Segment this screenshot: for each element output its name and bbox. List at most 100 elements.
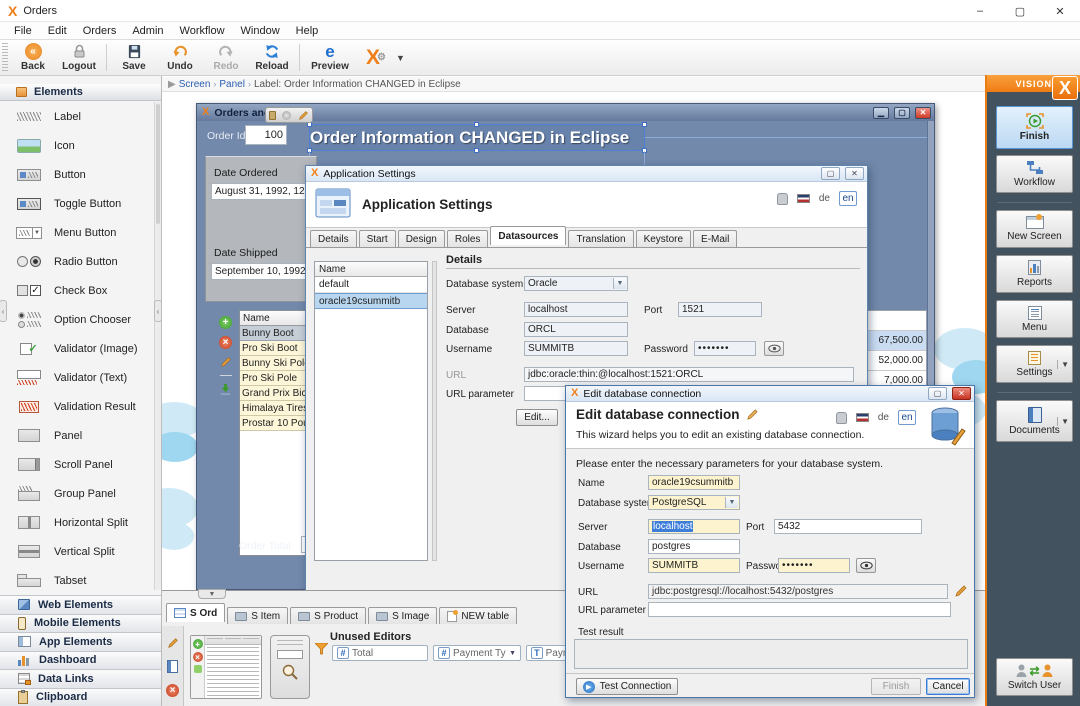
close-button[interactable]: ✕ [1040, 0, 1080, 22]
order-id-field[interactable]: 100 [245, 125, 287, 145]
maximize-button[interactable]: ▢ [1000, 0, 1040, 22]
cancel-button[interactable]: Cancel [926, 678, 970, 695]
sphere-icon[interactable] [282, 111, 291, 120]
delete-row-icon[interactable]: × [219, 336, 232, 349]
settings-button[interactable]: Settings ▼ [996, 345, 1073, 383]
list-splitter[interactable] [432, 261, 437, 561]
sidebar-item-data-links[interactable]: Data Links [0, 669, 161, 688]
remove-icon[interactable]: × [165, 683, 180, 698]
show-password-button[interactable] [764, 341, 784, 356]
tab-s-product[interactable]: S Product [290, 607, 366, 624]
tab-s-image[interactable]: S Image [368, 607, 437, 624]
menu-help[interactable]: Help [288, 25, 327, 37]
app-settings-titlebar[interactable]: X Application Settings ▢ ✕ [306, 166, 867, 182]
table-row[interactable]: Bunny Boot [240, 326, 310, 341]
edit-row-icon[interactable] [220, 356, 232, 368]
add-row-icon[interactable]: + [219, 316, 232, 329]
database-field[interactable]: postgres [648, 539, 740, 554]
element-panel[interactable]: Panel [0, 421, 154, 450]
logout-button[interactable]: Logout [56, 40, 102, 75]
reload-button[interactable]: Reload [249, 40, 295, 75]
visionx-menu-button[interactable]: X⚙ [356, 40, 396, 75]
edit-datasource-button[interactable]: Edit... [516, 409, 558, 426]
password-field[interactable]: ••••••• [778, 558, 850, 573]
url-field[interactable]: jdbc:oracle:thin:@localhost:1521:ORCL [524, 367, 854, 382]
element-group-panel[interactable]: Group Panel [0, 479, 154, 508]
element-label[interactable]: Label [0, 102, 154, 131]
date-shipped-field[interactable]: September 10, 1992 [211, 263, 312, 280]
element-validation-result[interactable]: Validation Result [0, 392, 154, 421]
app-settings-maximize-button[interactable]: ▢ [821, 167, 840, 180]
amount-cell-selected[interactable]: 67,500.00 [864, 331, 926, 351]
flag-icon[interactable] [797, 194, 810, 203]
breadcrumb-panel[interactable]: Panel [219, 79, 245, 90]
workflow-button[interactable]: Workflow [996, 155, 1073, 193]
editor-chip-payment-type[interactable]: # Payment Type Id ▼ [433, 645, 521, 661]
minimize-button[interactable]: – [960, 0, 1000, 22]
amount-cell[interactable]: 52,000.00 [864, 351, 926, 371]
tab-new-table[interactable]: NEW table [439, 607, 517, 624]
detail-form-thumbnail[interactable] [270, 635, 310, 699]
element-option-chooser[interactable]: Option Chooser [0, 305, 154, 334]
documents-dropdown-caret[interactable]: ▼ [1057, 417, 1069, 426]
username-field[interactable]: SUMMITB [648, 558, 740, 573]
selection-handle[interactable] [642, 122, 647, 127]
tab-keystore[interactable]: Keystore [636, 230, 691, 247]
server-field[interactable]: localhost [524, 302, 628, 317]
switch-user-button[interactable]: ⇄ Switch User [996, 658, 1073, 696]
undo-button[interactable]: Undo [157, 40, 203, 75]
tab-translation[interactable]: Translation [568, 230, 633, 247]
save-button[interactable]: Save [111, 40, 157, 75]
new-screen-button[interactable]: New Screen [996, 210, 1073, 248]
test-connection-button[interactable]: ▶ Test Connection [576, 678, 678, 695]
editor-chip-total[interactable]: # Total [332, 645, 428, 661]
sidebar-item-clipboard[interactable]: Clipboard [0, 688, 161, 706]
orders-close-button[interactable]: ✕ [915, 107, 931, 119]
datasource-row-selected[interactable]: oracle19csummitb [315, 293, 427, 309]
element-menu-button[interactable]: ▼Menu Button [0, 218, 154, 247]
app-settings-close-button[interactable]: ✕ [845, 167, 864, 180]
sidebar-collapse-right-handle[interactable]: ‹ [154, 300, 162, 322]
element-scroll-panel[interactable]: Scroll Panel [0, 450, 154, 479]
selection-handle[interactable] [474, 148, 479, 153]
selection-handle[interactable] [474, 122, 479, 127]
export-icon[interactable] [219, 383, 232, 396]
element-validator-text[interactable]: Validator (Text) [0, 363, 154, 392]
date-ordered-field[interactable]: August 31, 1992, 12 [211, 183, 312, 200]
password-field[interactable]: ••••••• [694, 341, 756, 356]
marker-icon[interactable] [269, 111, 276, 120]
tab-design[interactable]: Design [398, 230, 445, 247]
edit-url-pencil-icon[interactable] [954, 584, 968, 598]
database-field[interactable]: ORCL [524, 322, 628, 337]
elements-scrollbar[interactable] [154, 102, 161, 590]
element-horizontal-split[interactable]: Horizontal Split [0, 508, 154, 537]
orders-minimize-button[interactable]: ▁ [873, 107, 889, 119]
finish-button[interactable]: Finish [871, 678, 921, 695]
datasource-row-default[interactable]: default [315, 277, 427, 293]
lang-en-button[interactable]: en [898, 410, 916, 425]
orders-maximize-button[interactable]: ▢ [894, 107, 910, 119]
edit-connection-maximize-button[interactable]: ▢ [928, 387, 947, 400]
breadcrumb-screen[interactable]: Screen [179, 79, 211, 90]
show-password-button[interactable] [856, 558, 876, 573]
visionx-logo[interactable]: X [1052, 76, 1078, 100]
table-thumbnail[interactable]: + × [190, 635, 262, 699]
redo-button[interactable]: Redo [203, 40, 249, 75]
documents-button[interactable]: Documents ▼ [996, 400, 1073, 442]
flag-icon[interactable] [856, 413, 869, 422]
menu-orders[interactable]: Orders [75, 25, 125, 37]
table-row[interactable]: Pro Ski Boot [240, 341, 310, 356]
sidebar-item-mobile-elements[interactable]: Mobile Elements [0, 614, 161, 633]
table-row[interactable]: Bunny Ski Pole [240, 356, 310, 371]
items-table-header[interactable]: Name [240, 311, 310, 326]
touch-icon[interactable] [836, 412, 847, 424]
server-field[interactable]: localhost [648, 519, 740, 534]
menu-workflow[interactable]: Workflow [172, 25, 233, 37]
sidebar-item-dashboard[interactable]: Dashboard [0, 651, 161, 670]
tab-email[interactable]: E-Mail [693, 230, 737, 247]
menu-button[interactable]: Menu [996, 300, 1073, 338]
port-field[interactable]: 5432 [774, 519, 922, 534]
toolbar-drag-handle[interactable] [2, 43, 8, 72]
settings-dropdown-caret[interactable]: ▼ [1057, 360, 1069, 369]
table-row[interactable]: Prostar 10 Pound [240, 416, 310, 431]
